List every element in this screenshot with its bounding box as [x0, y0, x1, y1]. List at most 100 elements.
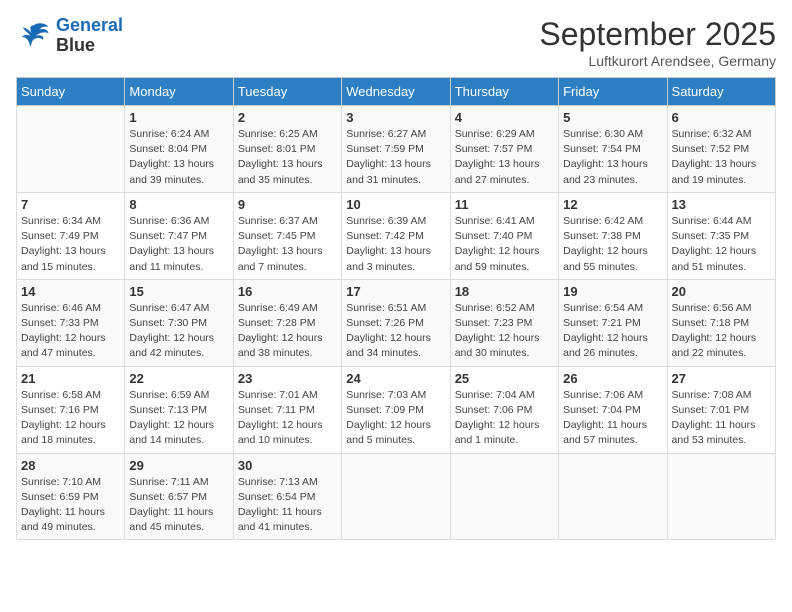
calendar-cell: 14Sunrise: 6:46 AMSunset: 7:33 PMDayligh… [17, 279, 125, 366]
calendar-cell: 23 Sunrise: 7:01 AMSunset: 7:11 PMDayligh… [233, 366, 341, 453]
day-detail: Sunrise: 7:06 AMSunset: 7:04 PMDaylight:… [563, 388, 662, 449]
day-number: 15 [129, 284, 228, 299]
calendar-cell: 25 Sunrise: 7:04 AMSunset: 7:06 PMDayligh… [450, 366, 558, 453]
day-number: 12 [563, 197, 662, 212]
day-detail: Sunrise: 6:44 AMSunset: 7:35 PMDaylight:… [672, 214, 771, 275]
calendar-cell: 26 Sunrise: 7:06 AMSunset: 7:04 PMDayligh… [559, 366, 667, 453]
calendar-cell [667, 453, 775, 540]
day-detail: Sunrise: 7:01 AMSunset: 7:11 PMDaylight:… [238, 388, 337, 449]
day-number: 19 [563, 284, 662, 299]
calendar-cell: 24 Sunrise: 7:03 AMSunset: 7:09 PMDayligh… [342, 366, 450, 453]
calendar-cell [559, 453, 667, 540]
title-block: September 2025 Luftkurort Arendsee, Germ… [539, 16, 776, 69]
day-detail: Sunrise: 6:47 AMSunset: 7:30 PMDaylight:… [129, 301, 228, 362]
day-detail: Sunrise: 6:25 AMSunset: 8:01 PMDaylight:… [238, 127, 337, 188]
calendar-cell: 27 Sunrise: 7:08 AMSunset: 7:01 PMDayligh… [667, 366, 775, 453]
calendar-cell: 7 Sunrise: 6:34 AMSunset: 7:49 PMDaylight… [17, 192, 125, 279]
calendar-cell: 21 Sunrise: 6:58 AMSunset: 7:16 PMDayligh… [17, 366, 125, 453]
calendar-cell: 29 Sunrise: 7:11 AMSunset: 6:57 PMDayligh… [125, 453, 233, 540]
day-detail: Sunrise: 6:30 AMSunset: 7:54 PMDaylight:… [563, 127, 662, 188]
day-detail: Sunrise: 6:46 AMSunset: 7:33 PMDaylight:… [21, 301, 120, 362]
day-number: 26 [563, 371, 662, 386]
calendar-cell: 28Sunrise: 7:10 AMSunset: 6:59 PMDayligh… [17, 453, 125, 540]
day-detail: Sunrise: 6:58 AMSunset: 7:16 PMDaylight:… [21, 388, 120, 449]
month-title: September 2025 [539, 16, 776, 53]
calendar-cell: 9 Sunrise: 6:37 AMSunset: 7:45 PMDaylight… [233, 192, 341, 279]
day-number: 16 [238, 284, 337, 299]
day-detail: Sunrise: 6:32 AMSunset: 7:52 PMDaylight:… [672, 127, 771, 188]
day-detail: Sunrise: 7:08 AMSunset: 7:01 PMDaylight:… [672, 388, 771, 449]
day-detail: Sunrise: 6:39 AMSunset: 7:42 PMDaylight:… [346, 214, 445, 275]
calendar-week-3: 14Sunrise: 6:46 AMSunset: 7:33 PMDayligh… [17, 279, 776, 366]
calendar-week-4: 21 Sunrise: 6:58 AMSunset: 7:16 PMDayligh… [17, 366, 776, 453]
day-detail: Sunrise: 6:49 AMSunset: 7:28 PMDaylight:… [238, 301, 337, 362]
day-number: 25 [455, 371, 554, 386]
logo-line2: Blue [56, 36, 123, 56]
weekday-header-saturday: Saturday [667, 78, 775, 106]
day-detail: Sunrise: 6:27 AMSunset: 7:59 PMDaylight:… [346, 127, 445, 188]
day-detail: Sunrise: 7:13 AMSunset: 6:54 PMDaylight:… [238, 475, 337, 536]
logo-text: General Blue [56, 16, 123, 56]
day-number: 27 [672, 371, 771, 386]
logo: General Blue [16, 16, 123, 56]
day-number: 1 [129, 110, 228, 125]
weekday-header-row: SundayMondayTuesdayWednesdayThursdayFrid… [17, 78, 776, 106]
day-detail: Sunrise: 6:34 AMSunset: 7:49 PMDaylight:… [21, 214, 120, 275]
calendar-cell: 22 Sunrise: 6:59 AMSunset: 7:13 PMDayligh… [125, 366, 233, 453]
day-detail: Sunrise: 6:41 AMSunset: 7:40 PMDaylight:… [455, 214, 554, 275]
day-number: 9 [238, 197, 337, 212]
calendar-cell: 2 Sunrise: 6:25 AMSunset: 8:01 PMDaylight… [233, 106, 341, 193]
day-detail: Sunrise: 6:42 AMSunset: 7:38 PMDaylight:… [563, 214, 662, 275]
calendar-table: SundayMondayTuesdayWednesdayThursdayFrid… [16, 77, 776, 540]
calendar-cell: 1 Sunrise: 6:24 AMSunset: 8:04 PMDaylight… [125, 106, 233, 193]
day-number: 2 [238, 110, 337, 125]
day-detail: Sunrise: 6:29 AMSunset: 7:57 PMDaylight:… [455, 127, 554, 188]
calendar-cell: 6Sunrise: 6:32 AMSunset: 7:52 PMDaylight… [667, 106, 775, 193]
calendar-cell: 10 Sunrise: 6:39 AMSunset: 7:42 PMDayligh… [342, 192, 450, 279]
weekday-header-wednesday: Wednesday [342, 78, 450, 106]
day-number: 28 [21, 458, 120, 473]
day-detail: Sunrise: 6:56 AMSunset: 7:18 PMDaylight:… [672, 301, 771, 362]
calendar-cell: 17Sunrise: 6:51 AMSunset: 7:26 PMDayligh… [342, 279, 450, 366]
day-detail: Sunrise: 6:54 AMSunset: 7:21 PMDaylight:… [563, 301, 662, 362]
calendar-cell [342, 453, 450, 540]
day-detail: Sunrise: 6:37 AMSunset: 7:45 PMDaylight:… [238, 214, 337, 275]
calendar-week-1: 1 Sunrise: 6:24 AMSunset: 8:04 PMDaylight… [17, 106, 776, 193]
calendar-cell: 30 Sunrise: 7:13 AMSunset: 6:54 PMDayligh… [233, 453, 341, 540]
day-number: 3 [346, 110, 445, 125]
day-number: 21 [21, 371, 120, 386]
day-detail: Sunrise: 7:11 AMSunset: 6:57 PMDaylight:… [129, 475, 228, 536]
day-detail: Sunrise: 6:24 AMSunset: 8:04 PMDaylight:… [129, 127, 228, 188]
calendar-cell [450, 453, 558, 540]
logo-line1: General [56, 15, 123, 35]
day-detail: Sunrise: 6:52 AMSunset: 7:23 PMDaylight:… [455, 301, 554, 362]
calendar-cell: 19 Sunrise: 6:54 AMSunset: 7:21 PMDayligh… [559, 279, 667, 366]
day-number: 29 [129, 458, 228, 473]
day-detail: Sunrise: 6:51 AMSunset: 7:26 PMDaylight:… [346, 301, 445, 362]
weekday-header-sunday: Sunday [17, 78, 125, 106]
day-detail: Sunrise: 7:03 AMSunset: 7:09 PMDaylight:… [346, 388, 445, 449]
logo-icon [16, 18, 52, 54]
day-number: 23 [238, 371, 337, 386]
day-detail: Sunrise: 7:04 AMSunset: 7:06 PMDaylight:… [455, 388, 554, 449]
day-number: 7 [21, 197, 120, 212]
calendar-cell: 18 Sunrise: 6:52 AMSunset: 7:23 PMDayligh… [450, 279, 558, 366]
day-number: 5 [563, 110, 662, 125]
day-number: 10 [346, 197, 445, 212]
day-number: 13 [672, 197, 771, 212]
day-number: 4 [455, 110, 554, 125]
day-number: 24 [346, 371, 445, 386]
calendar-cell [17, 106, 125, 193]
calendar-cell: 3 Sunrise: 6:27 AMSunset: 7:59 PMDaylight… [342, 106, 450, 193]
day-detail: Sunrise: 6:59 AMSunset: 7:13 PMDaylight:… [129, 388, 228, 449]
day-number: 11 [455, 197, 554, 212]
day-number: 22 [129, 371, 228, 386]
calendar-cell: 20Sunrise: 6:56 AMSunset: 7:18 PMDayligh… [667, 279, 775, 366]
calendar-cell: 15 Sunrise: 6:47 AMSunset: 7:30 PMDayligh… [125, 279, 233, 366]
day-number: 30 [238, 458, 337, 473]
calendar-cell: 16 Sunrise: 6:49 AMSunset: 7:28 PMDayligh… [233, 279, 341, 366]
day-number: 18 [455, 284, 554, 299]
calendar-cell: 13 Sunrise: 6:44 AMSunset: 7:35 PMDayligh… [667, 192, 775, 279]
calendar-week-2: 7 Sunrise: 6:34 AMSunset: 7:49 PMDaylight… [17, 192, 776, 279]
calendar-cell: 11 Sunrise: 6:41 AMSunset: 7:40 PMDayligh… [450, 192, 558, 279]
